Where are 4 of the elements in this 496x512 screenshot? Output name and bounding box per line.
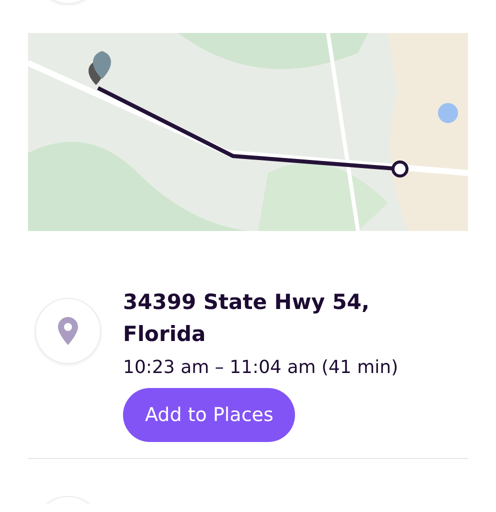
place-address: 34399 State Hwy 54, Florida [123, 289, 370, 348]
visit-time: 10:23 am – 11:04 am (41 min) [123, 356, 400, 380]
add-to-places-button[interactable]: Add to Places [123, 388, 296, 442]
location-pin-icon [58, 317, 78, 345]
